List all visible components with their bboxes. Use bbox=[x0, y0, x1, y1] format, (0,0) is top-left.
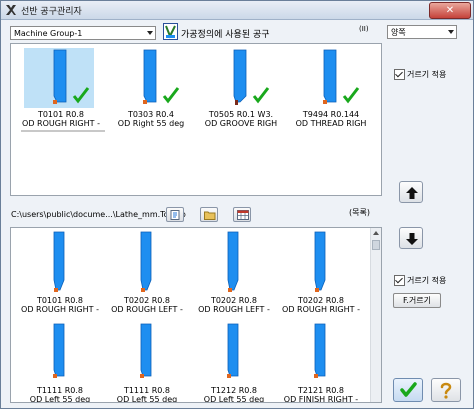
library-path: C:\users\public\docume...\Lathe_mm.Toold… bbox=[11, 210, 186, 219]
ok-button[interactable] bbox=[393, 378, 423, 402]
tool-description: OD ROUGH LEFT - bbox=[198, 305, 270, 314]
turning-tool-icon bbox=[227, 231, 239, 292]
tool-description: OD Left 55 deg bbox=[203, 395, 265, 403]
question-icon bbox=[440, 382, 452, 399]
tool-description: OD ROUGH RIGHT - bbox=[22, 119, 100, 128]
tool-name: T9494 R0.144 bbox=[302, 110, 360, 119]
title-bar: 선반 공구관리자 ✕ bbox=[1, 1, 473, 20]
tool-description: OD GROOVE RIGH bbox=[204, 119, 278, 128]
move-up-button[interactable] bbox=[399, 181, 423, 203]
column-marker: (II) bbox=[359, 25, 369, 33]
library-tool-item[interactable]: T0202 R0.8 OD ROUGH LEFT - bbox=[190, 230, 278, 314]
tool-name: T0202 R0.8 bbox=[123, 296, 171, 305]
scroll-up-icon[interactable] bbox=[372, 229, 380, 237]
checkbox-checked-icon bbox=[394, 275, 405, 286]
turning-tool-icon bbox=[53, 49, 90, 104]
turning-tool-icon bbox=[227, 323, 239, 378]
window-title: 선반 공구관리자 bbox=[21, 7, 82, 17]
tool-name: T1111 R0.8 bbox=[123, 386, 171, 395]
close-button[interactable]: ✕ bbox=[429, 2, 471, 19]
library-tool-item[interactable]: T2121 R0.8 OD FINISH RIGHT - bbox=[277, 320, 365, 403]
chevron-down-icon bbox=[147, 31, 153, 35]
tool-name: T0101 R0.8 bbox=[36, 296, 84, 305]
tool-description: OD ROUGH RIGHT - bbox=[282, 305, 360, 314]
library-tool-item[interactable]: T0202 R0.8 OD ROUGH LEFT - bbox=[103, 230, 191, 314]
tool-item[interactable]: T0505 R0.1 W3. OD GROOVE RIGH bbox=[196, 46, 286, 136]
tool-name: T0303 R0.4 bbox=[127, 110, 175, 119]
lower-filter-label: 거르기 적용 bbox=[407, 276, 447, 285]
document-icon bbox=[170, 210, 180, 220]
tool-name: T0505 R0.1 W3. bbox=[208, 110, 274, 119]
tool-name: T1111 R0.8 bbox=[36, 386, 84, 395]
tool-item[interactable]: T9494 R0.144 OD THREAD RIGH bbox=[286, 46, 376, 136]
machine-group-select[interactable]: Machine Group-1 bbox=[10, 26, 156, 40]
library-tools-panel[interactable]: T0101 R0.8 OD ROUGH RIGHT - T0202 R0.8 OD R… bbox=[10, 227, 382, 403]
thread-tool-icon bbox=[323, 49, 360, 104]
down-arrow-icon bbox=[406, 233, 418, 245]
close-icon: ✕ bbox=[445, 5, 455, 16]
filter-button[interactable]: F.거르기 bbox=[393, 293, 441, 308]
tool-description: OD THREAD RIGH bbox=[295, 119, 367, 128]
table-icon bbox=[237, 210, 249, 220]
tool-description: OD FINISH RIGHT - bbox=[283, 395, 359, 403]
upper-filter-checkbox[interactable]: 거르기 적용 bbox=[394, 69, 446, 80]
side-select[interactable]: 양쪽 bbox=[387, 25, 457, 39]
turning-tool-icon bbox=[143, 49, 180, 104]
tool-name: T0202 R0.8 bbox=[210, 296, 258, 305]
turning-tool-icon bbox=[53, 231, 65, 292]
lower-filter-checkbox[interactable]: 거르기 적용 bbox=[394, 275, 446, 286]
app-icon bbox=[6, 5, 16, 15]
library-tool-item[interactable]: T1212 R0.8 OD Left 55 deg bbox=[190, 320, 278, 403]
turning-tool-icon bbox=[140, 323, 152, 378]
open-library-button[interactable] bbox=[166, 207, 184, 222]
groove-tool-icon bbox=[233, 49, 270, 105]
tool-description: OD Left 55 deg bbox=[116, 395, 178, 403]
tool-item[interactable]: T0303 R0.4 OD Right 55 deg bbox=[106, 46, 196, 136]
selection-underline bbox=[21, 130, 105, 132]
checkbox-checked-icon bbox=[394, 69, 405, 80]
table-view-button[interactable] bbox=[233, 207, 251, 222]
vertical-scrollbar[interactable] bbox=[370, 228, 381, 402]
tool-item[interactable]: T0101 R0.8 OD ROUGH RIGHT - bbox=[16, 46, 106, 136]
tool-description: OD ROUGH LEFT - bbox=[111, 305, 183, 314]
folder-button[interactable] bbox=[200, 207, 218, 222]
used-tools-panel[interactable]: T0101 R0.8 OD ROUGH RIGHT - T0303 R0.4 O… bbox=[10, 43, 382, 196]
checkmark-icon bbox=[400, 382, 417, 397]
help-button[interactable] bbox=[431, 378, 461, 402]
scroll-thumb[interactable] bbox=[372, 240, 380, 250]
tool-description: OD Left 55 deg bbox=[29, 395, 91, 403]
machine-group-value: Machine Group-1 bbox=[14, 29, 83, 38]
library-tool-item[interactable]: T1111 R0.8 OD Left 55 deg bbox=[103, 320, 191, 403]
side-select-value: 양쪽 bbox=[391, 28, 406, 37]
used-tools-label: 가공정의에 사용된 공구 bbox=[181, 30, 270, 40]
chevron-down-icon bbox=[448, 30, 454, 34]
turning-tool-icon bbox=[314, 231, 326, 292]
turning-tool-icon bbox=[314, 323, 326, 378]
tool-name: T2121 R0.8 bbox=[297, 386, 345, 395]
tool-name: T0101 R0.8 bbox=[37, 110, 85, 119]
tool-name: T1212 R0.8 bbox=[210, 386, 258, 395]
tool-description: OD ROUGH RIGHT - bbox=[21, 305, 99, 314]
move-down-button[interactable] bbox=[399, 227, 423, 249]
list-label: (목록) bbox=[349, 208, 370, 217]
turning-tool-icon bbox=[53, 323, 65, 378]
folder-icon bbox=[204, 211, 216, 220]
turning-tool-icon bbox=[140, 231, 152, 292]
up-arrow-icon bbox=[406, 187, 418, 199]
library-tool-item[interactable]: T0101 R0.8 OD ROUGH RIGHT - bbox=[16, 230, 104, 314]
tool-description: OD Right 55 deg bbox=[117, 119, 185, 128]
library-tool-item[interactable]: T0202 R0.8 OD ROUGH RIGHT - bbox=[277, 230, 365, 314]
tool-name: T0202 R0.8 bbox=[297, 296, 345, 305]
filter-toggle-icon[interactable] bbox=[163, 23, 178, 40]
library-tool-item[interactable]: T1111 R0.8 OD Left 55 deg bbox=[16, 320, 104, 403]
upper-filter-label: 거르기 적용 bbox=[407, 70, 447, 79]
dialog-window: 선반 공구관리자 ✕ Machine Group-1 가공정의에 사용된 공구 … bbox=[0, 0, 474, 409]
